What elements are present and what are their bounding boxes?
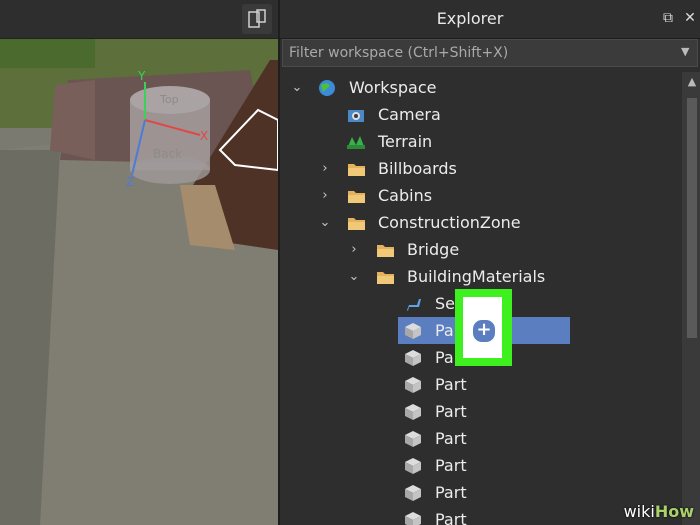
tree-item-label: Bridge [407,240,460,259]
filter-workspace-box[interactable]: ▼ [282,39,698,67]
chevron-down-icon[interactable]: ⌄ [318,209,332,236]
tree-item-bridge[interactable]: › Bridge [280,236,678,263]
tree-item-part[interactable]: Part [280,479,678,506]
explorer-title: Explorer [436,9,504,28]
axis-x-label: X [200,129,208,143]
explorer-scrollbar[interactable]: ▲ [682,72,700,525]
globe-icon [319,80,335,96]
part-top-label: Top [159,93,179,106]
tree-item-cabins[interactable]: › Cabins [280,182,678,209]
tree-item-label: ConstructionZone [378,213,521,232]
folder-icon [377,272,394,284]
tree-item-part[interactable]: Part [280,398,678,425]
part-icon [405,485,421,501]
tree-item-part[interactable]: Part [280,506,678,525]
tree-item-part[interactable]: Part [280,425,678,452]
tree-item-label: Part [435,456,467,475]
tree-item-label: Part [435,483,467,502]
watermark-how: How [654,502,694,521]
part-icon [405,350,421,366]
tree-item-label: Part [435,375,467,394]
chevron-down-icon[interactable]: ⌄ [290,74,304,101]
viewport-toolbar [0,0,278,39]
tree-item-label: Cabins [378,186,433,205]
watermark-wiki: wiki [623,502,655,521]
camera-icon [348,110,364,122]
folder-icon [348,191,365,203]
part-icon [405,323,421,339]
device-emulator-button[interactable] [242,4,272,34]
tree-item-label: Terrain [378,132,433,151]
chevron-right-icon[interactable]: › [318,155,332,182]
tree-item-workspace[interactable]: ⌄ Workspace [280,74,678,101]
close-icon[interactable]: ✕ [682,10,698,26]
tree-item-label: Billboards [378,159,457,178]
tree-item-buildingmaterials[interactable]: ⌄ BuildingMaterials [280,263,678,290]
scroll-up-icon[interactable]: ▲ [685,76,699,88]
part-icon [405,512,421,525]
tree-item-label: Part [435,402,467,421]
tree-item-camera[interactable]: Camera [280,101,678,128]
tree-item-billboards[interactable]: › Billboards [280,155,678,182]
tree-item-constructionzone[interactable]: ⌄ ConstructionZone [280,209,678,236]
axis-z-label: Z [126,175,134,189]
wikihow-watermark: wikiHow [624,502,694,521]
folder-icon [377,245,394,257]
undock-icon[interactable]: ⧉ [660,10,676,26]
tree-item-part[interactable]: Part [280,371,678,398]
filter-workspace-input[interactable] [283,40,676,66]
folder-icon [348,164,365,176]
chevron-right-icon[interactable]: › [347,236,361,263]
device-icon [248,9,266,28]
tree-item-terrain[interactable]: Terrain [280,128,678,155]
explorer-panel: Explorer ⧉ ✕ ▼ ⌄ Workspace Camera Terrai… [278,0,700,525]
tree-item-label: BuildingMaterials [407,267,546,286]
tree-item-label: Part [435,510,467,525]
drag-add-cursor-icon: + [471,318,497,344]
part-icon [405,377,421,393]
axis-y-label: Y [137,69,146,83]
chevron-right-icon[interactable]: › [318,182,332,209]
tree-item-label: Part [435,429,467,448]
terrain-icon [347,136,365,149]
part-back-label: Back [153,147,182,161]
tree-item-part[interactable]: Part [280,452,678,479]
folder-icon [348,218,365,230]
scrollbar-thumb[interactable] [687,98,697,338]
tree-item-label: Workspace [349,78,437,97]
part-icon [405,431,421,447]
viewport-3d[interactable]: Y X Z Top Back [0,0,278,525]
chevron-down-icon[interactable]: ⌄ [347,263,361,290]
tree-item-label: Camera [378,105,441,124]
seat-icon [407,299,421,311]
chevron-down-icon[interactable]: ▼ [681,46,691,58]
part-icon [405,458,421,474]
scene-render[interactable]: Y X Z Top Back [0,0,278,525]
part-icon [405,404,421,420]
explorer-titlebar: Explorer ⧉ ✕ [280,0,700,39]
